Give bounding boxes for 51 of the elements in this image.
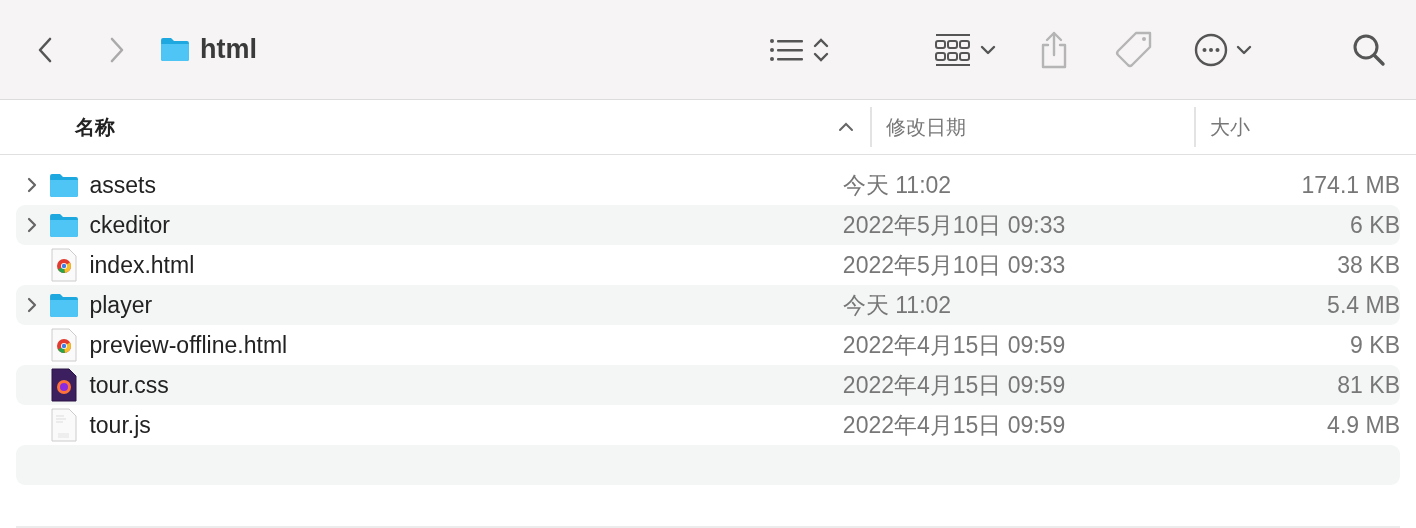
column-header[interactable]: 名称 xyxy=(75,113,115,141)
chrome-file-icon xyxy=(49,328,78,362)
caret-icon xyxy=(980,44,996,55)
modified-date: 今天 11:02 xyxy=(842,170,953,200)
disclosure-icon[interactable] xyxy=(25,297,38,313)
file-name: index.html xyxy=(89,251,196,279)
file-size: 81 KB xyxy=(1336,371,1400,399)
grid-icon[interactable] xyxy=(934,32,972,67)
file-size: 5.4 MB xyxy=(1326,291,1400,319)
column-header[interactable]: 大小 xyxy=(1210,113,1250,141)
back-icon[interactable] xyxy=(38,36,52,63)
file-row[interactable]: assets 今天 11:02 174.1 MB xyxy=(16,165,1400,205)
more-icon[interactable] xyxy=(1194,32,1228,67)
script-file-icon xyxy=(49,408,78,442)
file-size: 174.1 MB xyxy=(1300,171,1400,199)
folder-icon xyxy=(48,292,79,318)
disclosure-icon[interactable] xyxy=(25,217,38,233)
disclosure-icon[interactable] xyxy=(25,177,38,193)
file-name: player xyxy=(89,291,154,319)
file-row[interactable]: tour.css 2022年4月15日 09:59 81 KB xyxy=(16,365,1400,405)
folder-icon xyxy=(48,172,79,198)
file-row[interactable]: player 今天 11:02 5.4 MB xyxy=(16,285,1400,325)
file-name: tour.css xyxy=(89,371,170,399)
file-name: tour.js xyxy=(89,411,152,439)
sort-arrows-icon[interactable] xyxy=(813,36,829,63)
file-row[interactable]: index.html 2022年5月10日 09:33 38 KB xyxy=(16,245,1400,285)
file-size: 9 KB xyxy=(1349,331,1400,359)
file-size: 4.9 MB xyxy=(1326,411,1400,439)
list-view-icon[interactable] xyxy=(769,36,805,63)
file-row[interactable]: tour.js 2022年4月15日 09:59 4.9 MB xyxy=(16,405,1400,445)
file-row[interactable]: ckeditor 2022年5月10日 09:33 6 KB xyxy=(16,205,1400,245)
caret-icon xyxy=(1236,44,1252,55)
modified-date: 2022年4月15日 09:59 xyxy=(842,330,1067,360)
folder-icon xyxy=(48,212,79,238)
window-title: html xyxy=(200,34,257,65)
column-header[interactable]: 修改日期 xyxy=(886,113,966,141)
file-size: 38 KB xyxy=(1336,251,1400,279)
folder-icon xyxy=(160,37,190,62)
file-row[interactable]: preview-offline.html 2022年4月15日 09:59 9 KB xyxy=(16,325,1400,365)
file-size: 6 KB xyxy=(1349,211,1400,239)
modified-date: 今天 11:02 xyxy=(842,290,953,320)
firefox-file-icon xyxy=(49,368,78,402)
modified-date: 2022年5月10日 09:33 xyxy=(842,250,1067,280)
chrome-file-icon xyxy=(49,248,78,282)
modified-date: 2022年4月15日 09:59 xyxy=(842,410,1067,440)
modified-date: 2022年4月15日 09:59 xyxy=(842,370,1067,400)
file-name: assets xyxy=(89,171,157,199)
search-icon[interactable] xyxy=(1352,32,1386,67)
file-name: ckeditor xyxy=(89,211,171,239)
file-name: preview-offline.html xyxy=(89,331,289,359)
modified-date: 2022年5月10日 09:33 xyxy=(842,210,1067,240)
